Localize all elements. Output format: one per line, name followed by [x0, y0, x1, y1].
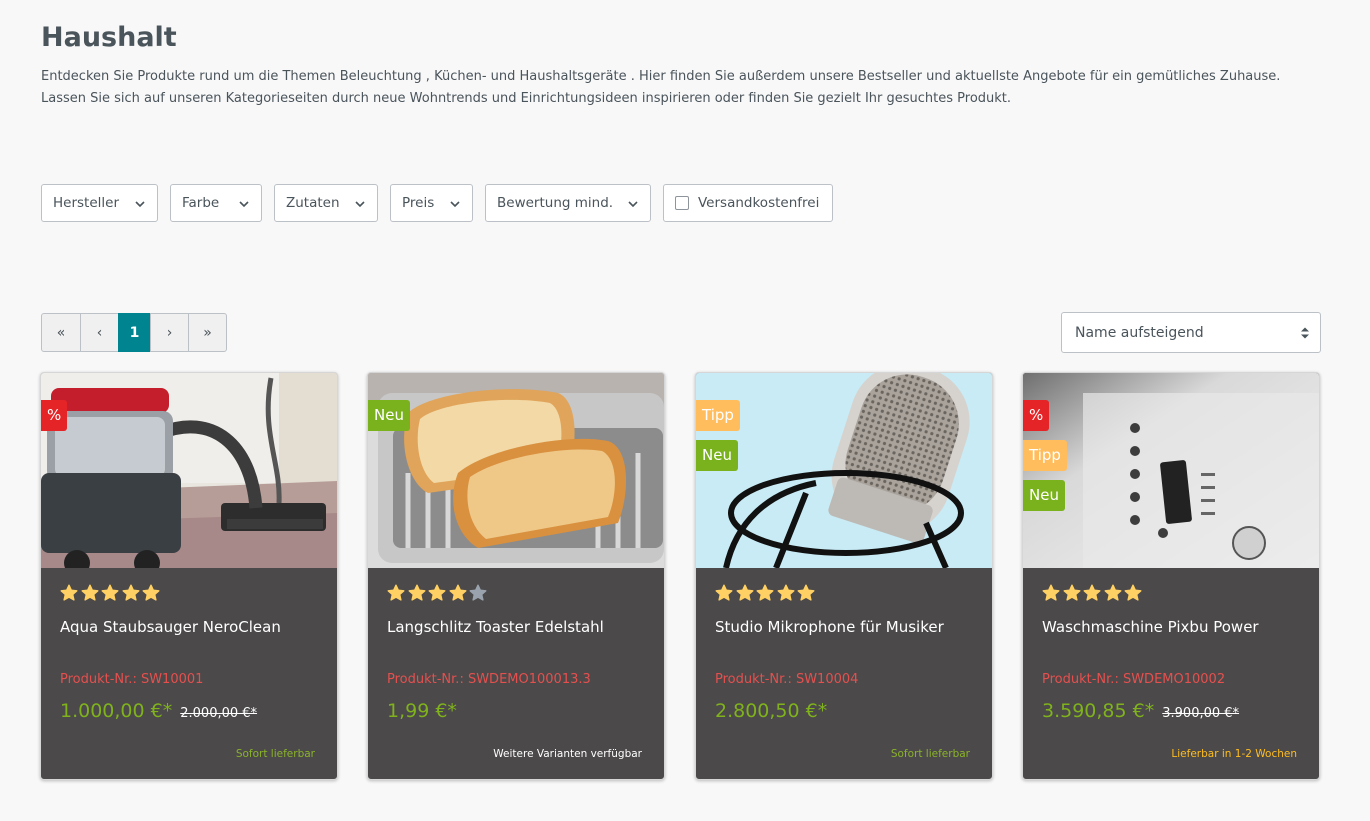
- badge-neu: Neu: [368, 400, 410, 431]
- product-price: 3.590,85 €*: [1042, 700, 1155, 722]
- star-filled-icon: [1063, 584, 1080, 601]
- chevron-down-icon: [450, 201, 460, 208]
- star-filled-icon: [777, 584, 794, 601]
- product-price: 1.000,00 €*: [60, 700, 173, 722]
- filter-free-shipping[interactable]: Versandkostenfrei: [663, 184, 833, 222]
- product-price: 1,99 €*: [387, 700, 457, 722]
- sort-arrows-icon: [1301, 327, 1309, 339]
- filter-ingredients-label: Zutaten: [286, 195, 340, 211]
- star-filled-icon: [1042, 584, 1060, 601]
- product-image-microphone[interactable]: [696, 373, 992, 568]
- filter-color[interactable]: Farbe: [170, 184, 262, 222]
- star-filled-icon: [81, 584, 98, 601]
- product-image-washing-machine[interactable]: [1023, 373, 1319, 568]
- delivery-status: Sofort lieferbar: [235, 748, 315, 760]
- pagination-prev-button[interactable]: ‹: [80, 313, 119, 352]
- filter-price[interactable]: Preis: [390, 184, 473, 222]
- star-filled-icon: [122, 584, 139, 601]
- product-card[interactable]: % Aqua Staubsauger NeroClean Produkt-Nr.…: [40, 372, 338, 780]
- intro-line-1: Entdecken Sie Produkte rund um die Theme…: [41, 69, 1281, 84]
- product-name[interactable]: Aqua Staubsauger NeroClean: [60, 618, 320, 636]
- star-filled-icon: [101, 584, 119, 601]
- badge-neu: Neu: [696, 440, 738, 471]
- product-image-vacuum-cleaner[interactable]: [41, 373, 337, 568]
- product-price-block: 3.590,85 €* 3.900,00 €*: [1042, 700, 1239, 722]
- filter-color-label: Farbe: [182, 195, 220, 211]
- star-filled-icon: [142, 584, 160, 601]
- product-number: Produkt-Nr.: SW10001: [60, 672, 204, 687]
- product-name[interactable]: Langschlitz Toaster Edelstahl: [387, 618, 647, 636]
- delivery-status: Weitere Varianten verfügbar: [493, 748, 642, 760]
- star-filled-icon: [449, 584, 466, 601]
- pagination-page-1[interactable]: 1: [118, 313, 151, 352]
- star-filled-icon: [715, 584, 733, 601]
- product-card[interactable]: Tipp Neu Studio Mikrophone für Musiker Pr…: [695, 372, 993, 780]
- badge-discount: %: [1023, 400, 1050, 431]
- star-empty-icon: [469, 584, 487, 601]
- rating-stars: [387, 584, 487, 602]
- chevron-down-icon: [628, 201, 638, 208]
- product-card[interactable]: Neu Langschlitz Toaster Edelstahl Produk…: [367, 372, 665, 780]
- rating-stars: [60, 584, 160, 602]
- product-old-price: 3.900,00 €*: [1162, 706, 1240, 721]
- page-title: Haushalt: [41, 22, 177, 53]
- product-price-block: 2.800,50 €*: [715, 700, 835, 722]
- filter-price-label: Preis: [402, 195, 435, 211]
- product-name[interactable]: Waschmaschine Pixbu Power: [1042, 618, 1302, 636]
- filter-rating[interactable]: Bewertung mind.: [485, 184, 651, 222]
- pagination-last-button[interactable]: »: [188, 313, 227, 352]
- product-image-toaster[interactable]: [368, 373, 664, 568]
- product-number: Produkt-Nr.: SWDEMO100013.3: [387, 672, 591, 687]
- filter-ingredients[interactable]: Zutaten: [274, 184, 378, 222]
- product-number: Produkt-Nr.: SWDEMO10002: [1042, 672, 1226, 687]
- filter-free-shipping-label: Versandkostenfrei: [698, 195, 820, 211]
- star-filled-icon: [428, 584, 446, 601]
- product-number: Produkt-Nr.: SW10004: [715, 672, 859, 687]
- sort-select[interactable]: Name aufsteigend: [1061, 312, 1321, 353]
- chevron-down-icon: [355, 201, 365, 208]
- filter-rating-label: Bewertung mind.: [497, 195, 614, 211]
- star-filled-icon: [60, 584, 78, 601]
- star-filled-icon: [387, 584, 405, 601]
- badge-neu: Neu: [1023, 480, 1065, 511]
- free-shipping-checkbox[interactable]: [675, 196, 689, 210]
- badge-tipp: Tipp: [1023, 440, 1067, 471]
- intro-line-2: Lassen Sie sich auf unseren Kategoriesei…: [41, 91, 1012, 106]
- star-filled-icon: [1124, 584, 1142, 601]
- product-price: 2.800,50 €*: [715, 700, 828, 722]
- chevron-down-icon: [135, 201, 145, 208]
- star-filled-icon: [756, 584, 774, 601]
- pagination-first-button[interactable]: «: [41, 313, 81, 352]
- delivery-status: Lieferbar in 1-2 Wochen: [1171, 748, 1297, 760]
- chevron-down-icon: [239, 201, 249, 208]
- star-filled-icon: [736, 584, 753, 601]
- pagination: « ‹ 1 › »: [41, 313, 227, 352]
- listing-page: Haushalt Entdecken Sie Produkte rund um …: [0, 0, 1370, 821]
- product-price-block: 1.000,00 €* 2.000,00 €*: [60, 700, 257, 722]
- delivery-status: Sofort lieferbar: [890, 748, 970, 760]
- pagination-next-button[interactable]: ›: [150, 313, 189, 352]
- product-card[interactable]: % Tipp Neu Waschmaschine Pixbu Power Produ…: [1022, 372, 1320, 780]
- filter-manufacturer-label: Hersteller: [53, 195, 119, 211]
- product-old-price: 2.000,00 €*: [180, 706, 258, 721]
- badge-discount: %: [41, 400, 68, 431]
- product-price-block: 1,99 €*: [387, 700, 465, 722]
- star-filled-icon: [1104, 584, 1121, 601]
- filter-manufacturer[interactable]: Hersteller: [41, 184, 158, 222]
- rating-stars: [1042, 584, 1142, 602]
- star-filled-icon: [797, 584, 815, 601]
- sort-selected-value: Name aufsteigend: [1075, 324, 1204, 341]
- star-filled-icon: [1083, 584, 1101, 601]
- product-name[interactable]: Studio Mikrophone für Musiker: [715, 618, 975, 636]
- category-description: Entdecken Sie Produkte rund um die Theme…: [41, 66, 1321, 110]
- star-filled-icon: [408, 584, 425, 601]
- badge-tipp: Tipp: [696, 400, 740, 431]
- rating-stars: [715, 584, 815, 602]
